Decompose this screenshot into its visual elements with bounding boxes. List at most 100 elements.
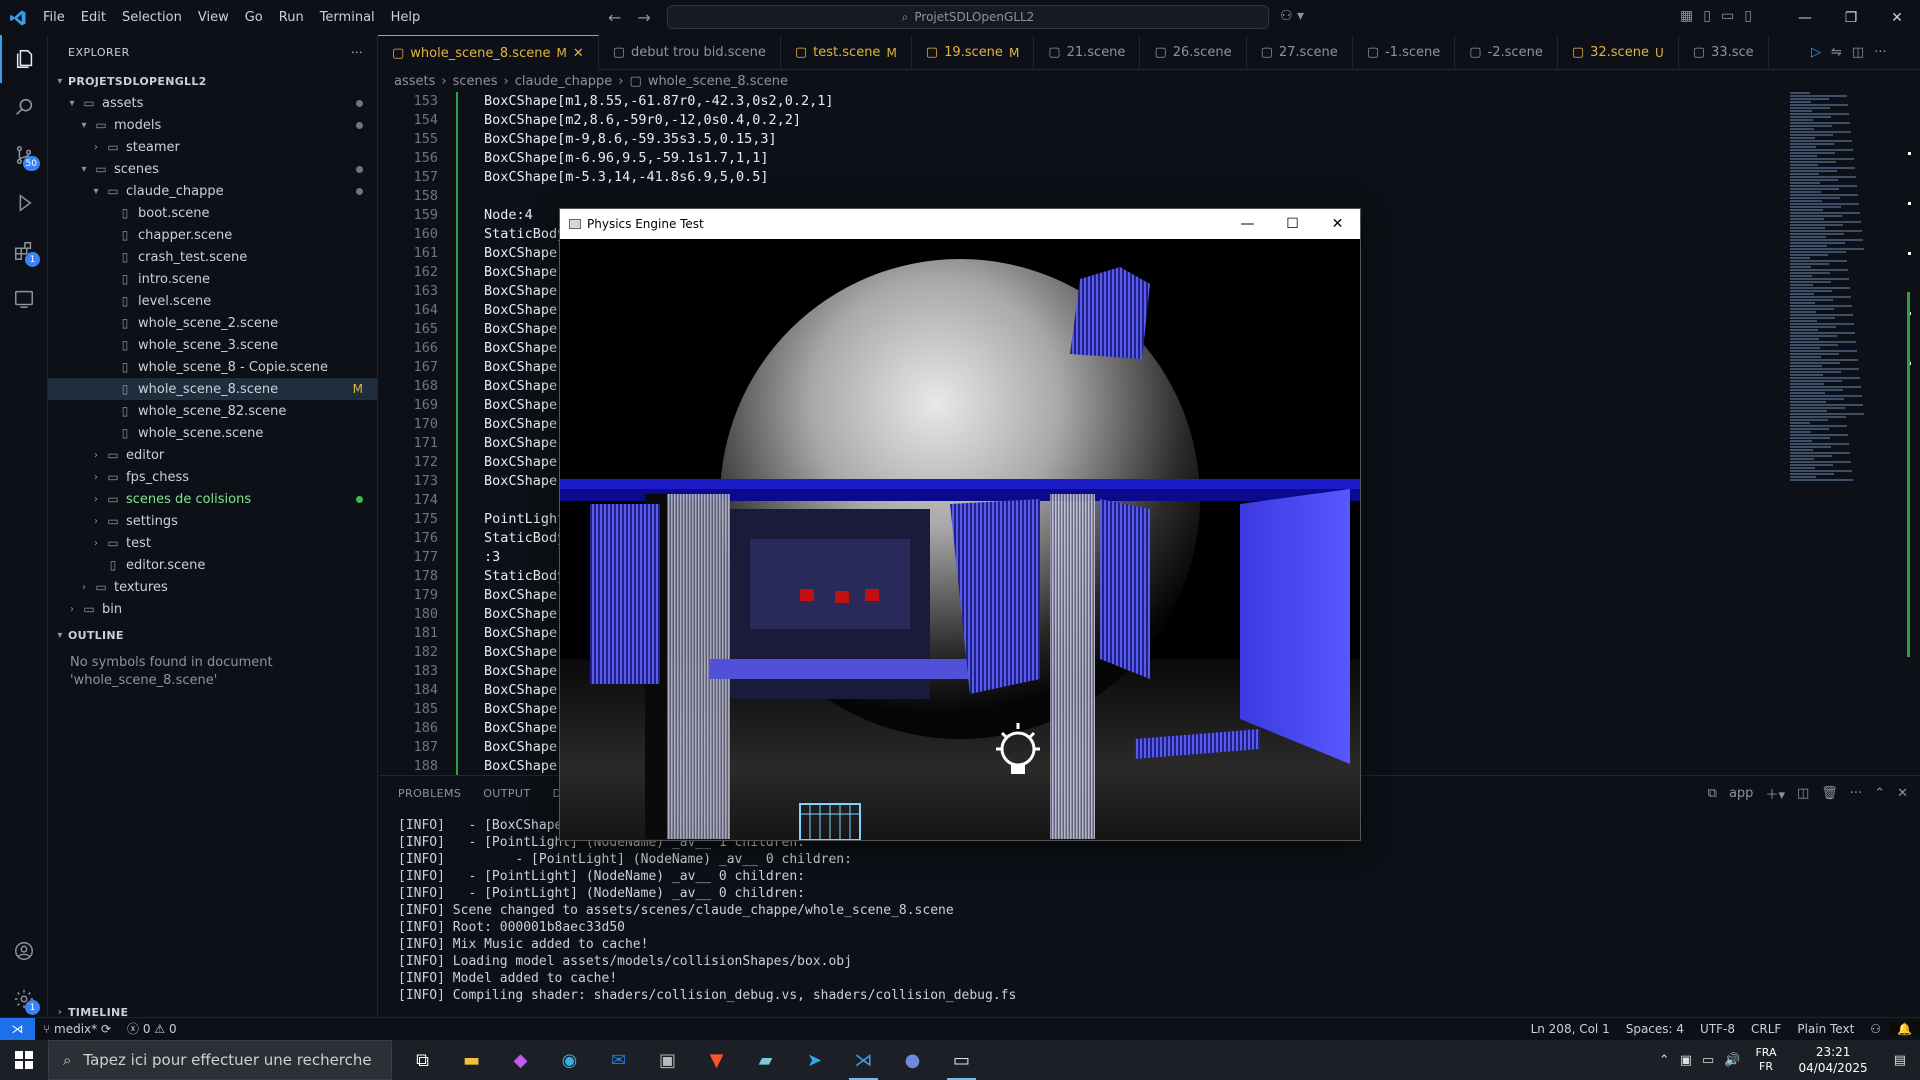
editor-tab[interactable]: ▢ 27.scene xyxy=(1247,35,1353,70)
close-panel-icon[interactable]: ✕ xyxy=(1897,786,1908,801)
remote-explorer-icon[interactable] xyxy=(0,275,48,323)
menu-selection[interactable]: Selection xyxy=(114,0,190,35)
notifications-icon[interactable]: 🔔 xyxy=(1889,1021,1920,1036)
branch-status[interactable]: ⑂ medix* ⟳ xyxy=(35,1022,119,1036)
maximize-panel-icon[interactable]: ⌃ xyxy=(1874,786,1885,801)
copilot-app-icon[interactable]: ◆ xyxy=(496,1040,545,1080)
terminal-name[interactable]: app xyxy=(1729,786,1753,801)
terminal-output[interactable]: [INFO] - [BoxCShape] [INFO] - [PointLight… xyxy=(378,811,1920,1044)
editor-tab[interactable]: ▢ 26.scene xyxy=(1140,35,1247,70)
source-control-icon[interactable]: 50 xyxy=(0,131,48,179)
tree-item[interactable]: ▯ intro.scene xyxy=(48,268,377,290)
remote-indicator-icon[interactable]: ⋊ xyxy=(0,1017,35,1040)
tree-item[interactable]: ▯ whole_scene.scene xyxy=(48,422,377,444)
menu-go[interactable]: Go xyxy=(237,0,271,35)
new-terminal-icon[interactable]: ＋▾ xyxy=(1765,784,1785,803)
tree-item[interactable]: ▯ whole_scene_82.scene xyxy=(48,400,377,422)
tree-item[interactable]: ▯ whole_scene_2.scene xyxy=(48,312,377,334)
brave-icon[interactable]: ▼ xyxy=(692,1040,741,1080)
toggle-panel-icon[interactable]: ▭ xyxy=(1721,8,1734,24)
run-icon[interactable]: ▷ xyxy=(1811,45,1821,60)
trash-icon[interactable]: 🗑 xyxy=(1821,786,1838,801)
tree-item[interactable]: ▯ whole_scene_3.scene xyxy=(48,334,377,356)
back-arrow-icon[interactable]: ← xyxy=(608,8,621,27)
clock[interactable]: 23:21 04/04/2025 xyxy=(1787,1044,1880,1076)
split-terminal-icon[interactable]: ◫ xyxy=(1797,786,1809,801)
tree-item[interactable]: › ▭ test xyxy=(48,532,377,554)
menu-view[interactable]: View xyxy=(190,0,237,35)
problems-status[interactable]: ⓧ 0 ⚠ 0 xyxy=(119,1020,185,1037)
chevron-up-icon[interactable]: ⌃ xyxy=(1654,1053,1675,1068)
restore-icon[interactable]: ❐ xyxy=(1828,0,1874,35)
copilot-icon[interactable]: ⚇ ▾ xyxy=(1280,8,1304,24)
tree-item[interactable]: › ▭ settings xyxy=(48,510,377,532)
toggle-secondary-sidebar-icon[interactable]: ▯ xyxy=(1744,8,1752,24)
tree-item[interactable]: › ▭ steamer xyxy=(48,136,377,158)
tree-item[interactable]: ▯ boot.scene xyxy=(48,202,377,224)
close-icon[interactable]: ✕ xyxy=(1315,209,1360,239)
editor-tab[interactable]: ▢ whole_scene_8.scene M ✕ xyxy=(378,35,599,70)
outlook-icon[interactable]: ✉ xyxy=(594,1040,643,1080)
editor-tab[interactable]: ▢ -2.scene xyxy=(1455,35,1558,70)
editor-tab[interactable]: ▢ 32.scene U xyxy=(1558,35,1679,70)
outline-section[interactable]: ▾ OUTLINE xyxy=(48,624,377,646)
editor-tab[interactable]: ▢ debut trou bid.scene xyxy=(599,35,781,70)
vscode-taskbar-icon[interactable]: ⋊ xyxy=(839,1040,888,1080)
breadcrumb-item[interactable]: claude_chappe xyxy=(515,74,613,89)
editor-tab[interactable]: ▢ 19.scene M xyxy=(912,35,1035,70)
breadcrumb-item[interactable]: scenes xyxy=(453,74,498,89)
language-indicator[interactable]: FRA FR xyxy=(1745,1046,1786,1074)
tree-item[interactable]: ▾ ▭ scenes xyxy=(48,158,377,180)
menu-run[interactable]: Run xyxy=(271,0,312,35)
search-icon[interactable] xyxy=(0,83,48,131)
file-explorer-icon[interactable]: ▬ xyxy=(447,1040,496,1080)
tree-item[interactable]: ▯ whole_scene_8.scene M xyxy=(48,378,377,400)
volume-icon[interactable]: 🔊 xyxy=(1719,1053,1745,1068)
end-of-line[interactable]: CRLF xyxy=(1743,1022,1789,1036)
editor-scrollbar[interactable] xyxy=(1906,92,1920,775)
split-editor-icon[interactable]: ◫ xyxy=(1852,45,1864,60)
minimap[interactable] xyxy=(1790,92,1910,507)
compare-icon[interactable]: ⇋ xyxy=(1831,45,1842,60)
minimize-icon[interactable]: — xyxy=(1225,209,1270,239)
start-button-icon[interactable] xyxy=(0,1040,48,1080)
workspace-root[interactable]: ▾ PROJETSDLOPENGLL2 xyxy=(48,70,377,92)
editor-tab[interactable]: ▢ -1.scene xyxy=(1353,35,1456,70)
encoding[interactable]: UTF-8 xyxy=(1692,1022,1743,1036)
more-actions-icon[interactable]: ··· xyxy=(1850,786,1862,801)
more-actions-icon[interactable]: ··· xyxy=(1874,45,1886,60)
tree-item[interactable]: ▯ editor.scene xyxy=(48,554,377,576)
extensions-icon[interactable]: 1 xyxy=(0,227,48,275)
breadcrumb-item[interactable]: whole_scene_8.scene xyxy=(648,74,788,89)
tab-output[interactable]: OUTPUT xyxy=(483,787,530,800)
tree-item[interactable]: ▯ whole_scene_8 - Copie.scene xyxy=(48,356,377,378)
maximize-icon[interactable]: ☐ xyxy=(1270,209,1315,239)
customize-layout-icon[interactable]: ▦ xyxy=(1680,8,1693,24)
editor-tab[interactable]: ▢ test.scene M xyxy=(781,35,912,70)
tree-item[interactable]: ▯ crash_test.scene xyxy=(48,246,377,268)
telegram-icon[interactable]: ➤ xyxy=(790,1040,839,1080)
tree-item[interactable]: › ▭ textures xyxy=(48,576,377,598)
task-view-icon[interactable]: ⧉ xyxy=(398,1040,447,1080)
taskbar-search[interactable]: ⌕ Tapez ici pour effectuer une recherche xyxy=(48,1040,392,1080)
physics-engine-taskbar-icon[interactable]: ▭ xyxy=(937,1040,986,1080)
notes-app-icon[interactable]: ▰ xyxy=(741,1040,790,1080)
tree-item[interactable]: › ▭ editor xyxy=(48,444,377,466)
physics-window-titlebar[interactable]: Physics Engine Test — ☐ ✕ xyxy=(560,209,1360,239)
tab-problems[interactable]: PROBLEMS xyxy=(398,787,461,800)
close-tab-icon[interactable]: ✕ xyxy=(573,46,584,61)
explorer-icon[interactable] xyxy=(0,35,48,83)
indentation[interactable]: Spaces: 4 xyxy=(1618,1022,1692,1036)
tree-item[interactable]: › ▭ scenes de colisions xyxy=(48,488,377,510)
tree-item[interactable]: ▾ ▭ models xyxy=(48,114,377,136)
menu-terminal[interactable]: Terminal xyxy=(312,0,383,35)
menu-help[interactable]: Help xyxy=(383,0,429,35)
menu-file[interactable]: File xyxy=(35,0,73,35)
menu-edit[interactable]: Edit xyxy=(73,0,114,35)
tree-item[interactable]: › ▭ fps_chess xyxy=(48,466,377,488)
tray-app-icon[interactable]: ▣ xyxy=(1675,1053,1697,1068)
toggle-sidebar-icon[interactable]: ▯ xyxy=(1703,8,1711,24)
tree-item[interactable]: ▾ ▭ claude_chappe xyxy=(48,180,377,202)
edge-icon[interactable]: ◉ xyxy=(545,1040,594,1080)
editor-tab[interactable]: ▢ 21.scene xyxy=(1034,35,1141,70)
